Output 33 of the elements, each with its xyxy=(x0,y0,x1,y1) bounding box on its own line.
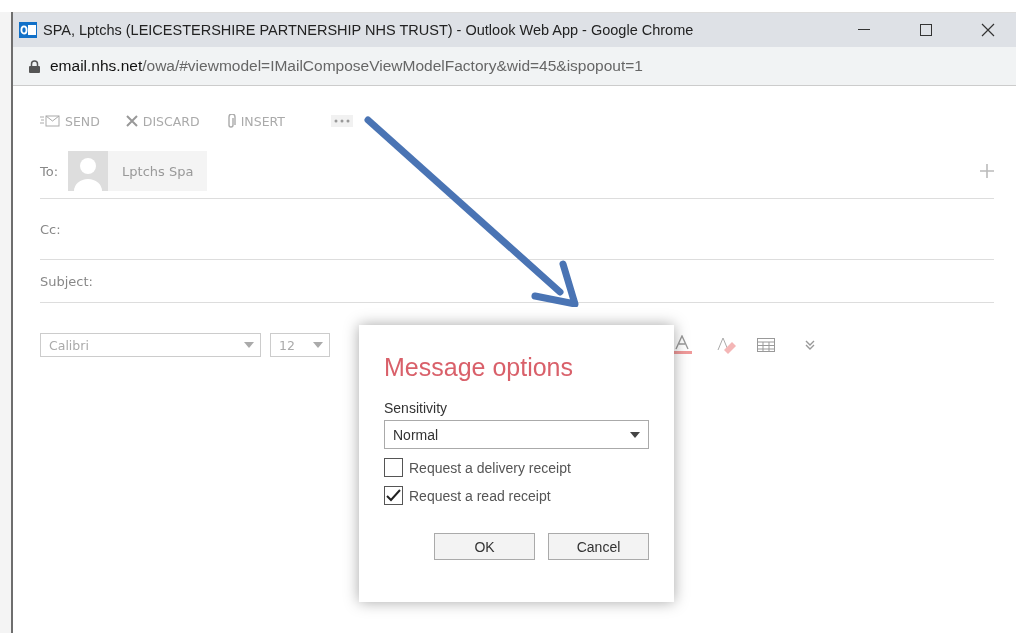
paperclip-icon xyxy=(225,113,236,129)
dialog-title: Message options xyxy=(384,353,574,382)
receipt-option[interactable]: Request a delivery receipt xyxy=(384,458,649,477)
checkbox[interactable] xyxy=(384,458,403,477)
table-icon[interactable] xyxy=(757,338,775,352)
close-icon xyxy=(125,115,138,127)
font-color-icon[interactable] xyxy=(671,335,693,355)
subject-label: Subject: xyxy=(40,273,93,289)
outlook-logo-icon xyxy=(19,21,37,39)
sensitivity-label: Sensitivity xyxy=(384,400,449,416)
more-button[interactable] xyxy=(330,115,353,127)
cc-label: Cc: xyxy=(40,221,61,237)
to-label: To: xyxy=(40,163,59,179)
avatar-icon xyxy=(68,151,109,191)
sensitivity-dropdown[interactable]: Normal xyxy=(384,420,649,449)
caret-icon xyxy=(244,342,254,348)
ok-button[interactable]: OK xyxy=(434,533,535,560)
close-icon[interactable] xyxy=(981,23,995,37)
envelope-icon xyxy=(40,115,60,127)
caret-icon xyxy=(630,431,640,438)
checkbox[interactable] xyxy=(384,486,403,505)
minimize-icon[interactable] xyxy=(858,29,870,31)
caret-icon xyxy=(313,342,323,348)
plus-icon[interactable] xyxy=(980,164,994,178)
double-chevron-icon[interactable] xyxy=(804,339,816,351)
maximize-icon[interactable] xyxy=(920,24,932,36)
window-title: SPA, Lptchs (LEICESTERSHIRE PARTNERSHIP NHS TRUST) - Outlook Web App - Google Chrome xyxy=(43,22,695,38)
receipt-option[interactable]: Request a read receipt xyxy=(384,486,649,505)
ellipsis-icon xyxy=(333,119,350,123)
highlighter-icon[interactable] xyxy=(716,336,738,354)
cancel-button[interactable]: Cancel xyxy=(548,533,649,560)
recipient-name: Lptchs Spa xyxy=(122,163,194,179)
lock-icon xyxy=(29,59,40,73)
